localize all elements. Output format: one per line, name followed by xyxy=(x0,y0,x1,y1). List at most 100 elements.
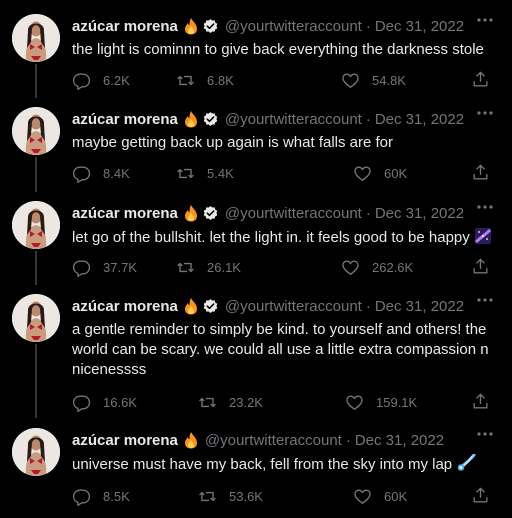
tweet-date[interactable]: Dec 31, 2022 xyxy=(355,432,444,449)
retweet-icon xyxy=(177,262,194,272)
reply-button[interactable]: 8.4K xyxy=(72,163,130,183)
retweet-icon xyxy=(177,75,194,85)
share-icon[interactable] xyxy=(471,486,490,505)
share-icon[interactable] xyxy=(471,257,490,276)
like-button[interactable]: 262.6K xyxy=(341,257,413,277)
like-count: 60K xyxy=(384,165,408,181)
reply-count: 8.5K xyxy=(103,488,130,504)
reply-icon xyxy=(72,259,91,277)
like-icon xyxy=(354,165,371,181)
retweet-count: 6.8K xyxy=(207,72,234,88)
reply-count: 8.4K xyxy=(103,165,130,181)
share-icon[interactable] xyxy=(471,70,490,89)
display-name[interactable]: azúcar morena xyxy=(72,18,178,35)
separator-dot: · xyxy=(365,204,371,222)
retweet-icon xyxy=(199,397,216,407)
like-button[interactable]: 60K xyxy=(353,486,407,506)
like-icon xyxy=(354,488,371,504)
retweet-button[interactable]: 53.6K xyxy=(198,486,263,506)
milky-way-emoji xyxy=(474,228,491,244)
fire-emoji xyxy=(184,205,197,222)
verified-icon xyxy=(203,298,218,313)
reply-icon xyxy=(72,165,91,183)
like-count: 60K xyxy=(384,488,408,504)
like-count: 262.6K xyxy=(372,259,414,275)
reply-button[interactable]: 37.7K xyxy=(72,257,137,277)
fire-emoji xyxy=(184,432,197,449)
like-icon xyxy=(342,259,359,275)
verified-icon xyxy=(203,18,218,33)
retweet-button[interactable]: 6.8K xyxy=(176,70,234,90)
tweet-date[interactable]: Dec 31, 2022 xyxy=(375,111,464,128)
reply-button[interactable]: 16.6K xyxy=(72,392,137,412)
more-icon[interactable] xyxy=(474,14,496,34)
handle[interactable]: @yourtwitteraccount xyxy=(225,18,362,35)
tweet-text: universe must have my back, fell from th… xyxy=(72,454,496,475)
share-icon[interactable] xyxy=(471,163,490,182)
like-icon xyxy=(342,72,359,88)
retweet-count: 26.1K xyxy=(207,259,241,275)
avatar[interactable] xyxy=(12,428,60,476)
avatar[interactable] xyxy=(12,14,60,62)
like-button[interactable]: 159.1K xyxy=(345,392,417,412)
retweet-icon xyxy=(199,491,216,501)
fire-emoji xyxy=(184,298,197,315)
reply-count: 6.2K xyxy=(103,72,130,88)
more-icon[interactable] xyxy=(474,294,496,314)
separator-dot: · xyxy=(345,431,351,449)
handle[interactable]: @yourtwitteraccount xyxy=(225,298,362,315)
verified-icon xyxy=(203,205,218,220)
handle[interactable]: @yourtwitteraccount xyxy=(205,432,342,449)
tweet[interactable]: azúcar morena @yourtwitteraccount · Dec … xyxy=(0,107,512,187)
retweet-count: 5.4K xyxy=(207,165,234,181)
tweet-date[interactable]: Dec 31, 2022 xyxy=(375,205,464,222)
separator-dot: · xyxy=(365,110,371,128)
reply-count: 37.7K xyxy=(103,259,137,275)
like-button[interactable]: 60K xyxy=(353,163,407,183)
like-button[interactable]: 54.8K xyxy=(341,70,406,90)
fire-emoji xyxy=(184,111,197,128)
tweet-text: maybe getting back up again is what fall… xyxy=(72,134,394,151)
retweet-count: 23.2K xyxy=(229,394,263,410)
more-icon[interactable] xyxy=(474,107,496,127)
separator-dot: · xyxy=(365,297,371,315)
tweet-text: a gentle reminder to simply be kind. to … xyxy=(72,321,489,378)
like-count: 159.1K xyxy=(376,394,418,410)
like-icon xyxy=(346,394,363,410)
reply-button[interactable]: 6.2K xyxy=(72,70,130,90)
share-icon[interactable] xyxy=(471,392,490,411)
comet-emoji xyxy=(457,454,476,471)
more-icon[interactable] xyxy=(474,201,496,221)
avatar[interactable] xyxy=(12,201,60,249)
retweet-button[interactable]: 23.2K xyxy=(198,392,263,412)
separator-dot: · xyxy=(365,17,371,35)
tweet[interactable]: azúcar morena @yourtwitteraccount · Dec … xyxy=(0,201,512,281)
reply-icon xyxy=(72,394,91,412)
fire-emoji xyxy=(184,18,197,35)
handle[interactable]: @yourtwitteraccount xyxy=(225,205,362,222)
display-name[interactable]: azúcar morena xyxy=(72,432,178,449)
tweet[interactable]: azúcar morena @yourtwitteraccount · Dec … xyxy=(0,428,512,518)
avatar[interactable] xyxy=(12,294,60,342)
reply-icon xyxy=(72,72,91,90)
like-count: 54.8K xyxy=(372,72,406,88)
avatar[interactable] xyxy=(12,107,60,155)
display-name[interactable]: azúcar morena xyxy=(72,111,178,128)
retweet-icon xyxy=(177,168,194,178)
tweet[interactable]: azúcar morena @yourtwitteraccount · Dec … xyxy=(0,14,512,94)
reply-button[interactable]: 8.5K xyxy=(72,486,130,506)
reply-icon xyxy=(72,488,91,506)
tweet-text: let go of the bullshit. let the light in… xyxy=(72,227,496,248)
display-name[interactable]: azúcar morena xyxy=(72,298,178,315)
retweet-count: 53.6K xyxy=(229,488,263,504)
tweet-date[interactable]: Dec 31, 2022 xyxy=(375,18,464,35)
tweet[interactable]: azúcar morena @yourtwitteraccount · Dec … xyxy=(0,294,512,414)
verified-icon xyxy=(203,111,218,126)
more-icon[interactable] xyxy=(474,428,496,448)
tweet-text: the light is cominnn to give back everyt… xyxy=(72,41,484,58)
handle[interactable]: @yourtwitteraccount xyxy=(225,111,362,128)
tweet-date[interactable]: Dec 31, 2022 xyxy=(375,298,464,315)
retweet-button[interactable]: 26.1K xyxy=(176,257,241,277)
display-name[interactable]: azúcar morena xyxy=(72,205,178,222)
retweet-button[interactable]: 5.4K xyxy=(176,163,234,183)
